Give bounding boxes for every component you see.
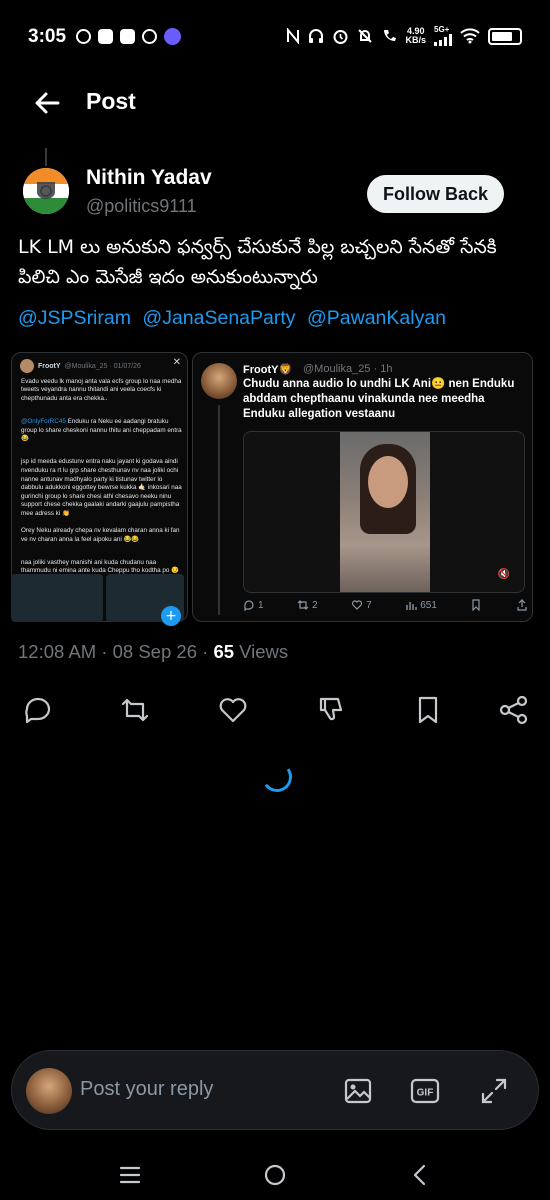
bookmark-small xyxy=(470,599,482,611)
system-navigation-bar xyxy=(0,1150,550,1200)
mute-icon[interactable]: 🔇 xyxy=(498,569,510,580)
close-icon: ✕ xyxy=(172,357,181,368)
author-avatar[interactable] xyxy=(23,168,69,214)
signal-icon xyxy=(434,34,452,46)
battery-icon xyxy=(488,27,522,45)
arrow-left-icon[interactable] xyxy=(30,86,64,120)
quoted-post-actions: 1 2 7 651 xyxy=(243,599,528,611)
follow-back-button[interactable]: Follow Back xyxy=(366,175,504,213)
reply-icon xyxy=(244,600,254,611)
app-icon xyxy=(120,29,135,44)
bookmark-icon xyxy=(472,599,481,611)
system-icons: 4.90 KB/s 5G+ xyxy=(286,26,522,46)
view-count: 651 xyxy=(405,599,437,611)
location-icon xyxy=(142,29,157,44)
recent-apps-icon[interactable] xyxy=(115,1160,145,1190)
quoted-post-text: Chudu anna audio lo undhi LK Ani😐 nen En… xyxy=(243,378,515,420)
app-badge-icon xyxy=(164,28,181,45)
like-icon[interactable] xyxy=(217,694,249,726)
reply-composer[interactable]: Post your reply GIF xyxy=(11,1050,539,1130)
mention-link[interactable]: @JSPSriram xyxy=(18,307,131,329)
wifi-call-icon xyxy=(384,30,397,41)
reply-icon[interactable] xyxy=(22,694,54,726)
avatar xyxy=(201,363,237,399)
mute-bell-icon xyxy=(358,29,373,43)
user-avatar xyxy=(26,1068,72,1114)
nfc-icon xyxy=(287,28,300,44)
repost-count: 2 xyxy=(297,599,318,611)
message-icon xyxy=(98,29,113,44)
views-count: 65 xyxy=(213,641,235,662)
post-meta: 12:08 AM · 08 Sep 26 · 65 Views xyxy=(18,641,289,662)
thread-line xyxy=(45,148,47,166)
gif-icon[interactable]: GIF xyxy=(409,1075,441,1107)
share-small xyxy=(516,599,528,611)
video-frame xyxy=(340,432,430,592)
views-label: Views xyxy=(239,641,289,662)
bookmark-icon[interactable] xyxy=(412,694,444,726)
quoted-author-handle: @Moulika_25 · 1h xyxy=(303,363,393,375)
reply-input[interactable]: Post your reply xyxy=(80,1078,213,1101)
loading-spinner-icon xyxy=(259,759,295,795)
headset-icon xyxy=(309,29,324,43)
dislike-icon[interactable] xyxy=(315,694,347,726)
repost-icon[interactable] xyxy=(119,694,151,726)
status-bar: 3:05 4.90 KB/s 5G+ xyxy=(0,0,550,76)
expand-icon[interactable] xyxy=(478,1075,510,1107)
back-nav-icon[interactable] xyxy=(405,1160,435,1190)
status-time: 3:05 xyxy=(28,26,67,47)
alarm-icon xyxy=(333,29,348,44)
cell-signal: 5G+ xyxy=(434,26,452,46)
like-count: 7 xyxy=(351,599,372,611)
plus-icon: + xyxy=(161,606,181,626)
flag-fist-icon xyxy=(23,168,69,214)
media-quoted-post[interactable]: FrootY🦁 @Moulika_25 · 1h Chudu anna audi… xyxy=(192,352,533,622)
whatsapp-icon xyxy=(76,29,91,44)
video-player[interactable]: 🔇 xyxy=(243,431,525,593)
mention-link[interactable]: @PawanKalyan xyxy=(307,307,446,329)
author-name[interactable]: Nithin Yadav xyxy=(86,166,212,190)
repost-icon xyxy=(297,600,309,610)
wifi-icon xyxy=(460,28,480,44)
quoted-author-name: FrootY🦁 xyxy=(243,364,293,376)
post-mentions: @JSPSriram @JanaSenaParty @PawanKalyan xyxy=(18,303,534,333)
share-icon xyxy=(517,599,527,611)
post-time: 12:08 AM xyxy=(18,641,97,662)
author-handle[interactable]: @politics9111 xyxy=(86,196,197,217)
thread-line xyxy=(218,405,220,615)
svg-text:GIF: GIF xyxy=(417,1088,434,1099)
image-icon[interactable] xyxy=(342,1075,374,1107)
like-icon xyxy=(352,600,363,610)
screenshot-thumbnail xyxy=(11,574,103,622)
mention-link[interactable]: @JanaSenaParty xyxy=(142,307,295,329)
page-title: Post xyxy=(86,88,136,114)
post-date: 08 Sep 26 xyxy=(112,641,197,662)
home-icon[interactable] xyxy=(260,1160,290,1190)
screenshot-text: Evadu veedu lk manoj anta vala ecfs grou… xyxy=(21,377,182,575)
analytics-icon xyxy=(406,602,417,610)
net-speed: 4.90 KB/s xyxy=(405,26,426,45)
post-text: LK LM లు అనుకుని ఫన్వర్స్ చేసుకునే పిల్ల… xyxy=(18,236,497,288)
post-action-bar xyxy=(0,690,550,730)
top-app-bar: Post xyxy=(0,76,550,130)
share-icon[interactable] xyxy=(498,694,530,726)
notification-icons xyxy=(76,28,181,45)
reply-count: 1 xyxy=(243,599,264,611)
